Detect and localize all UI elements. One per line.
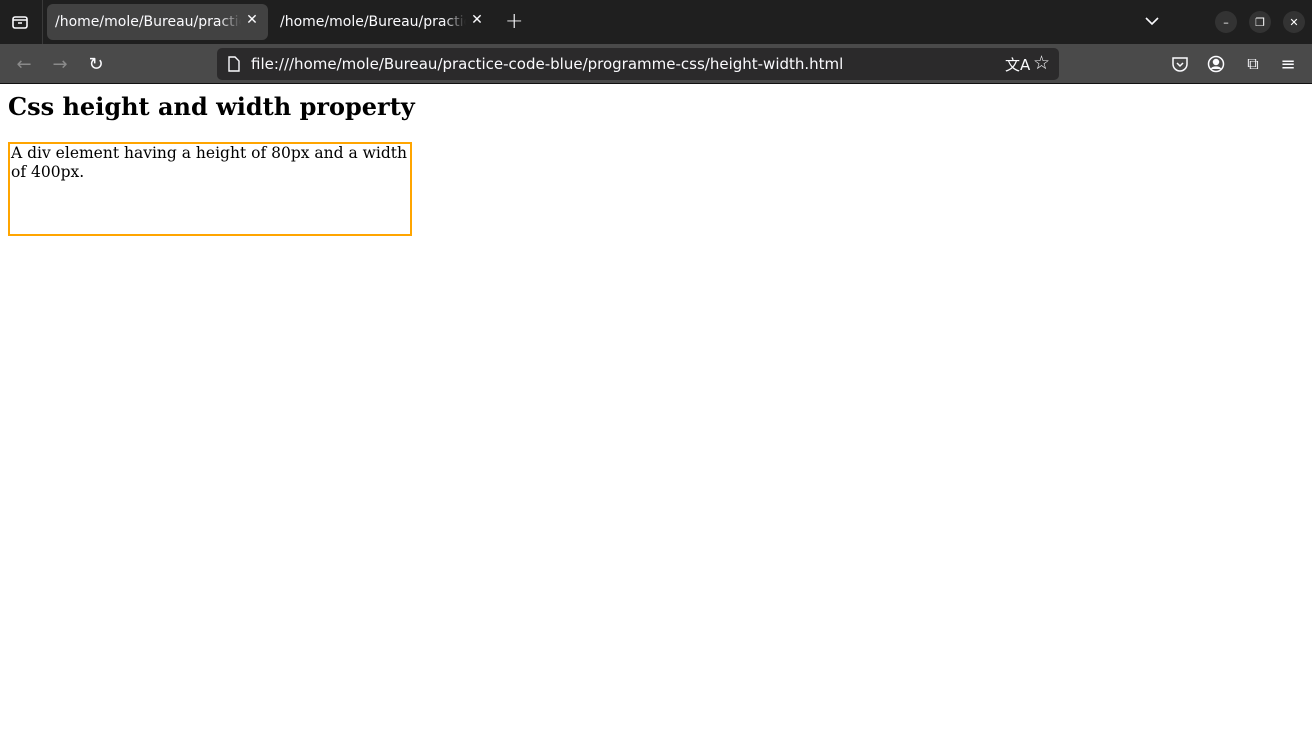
translate-icon[interactable]: 文A <box>1005 54 1030 75</box>
nav-bar: ← → ↻ file:///home/mole/Bureau/practice-… <box>0 44 1312 84</box>
tab-bar: /home/mole/Bureau/practice-code-blue/pro… <box>0 0 1312 44</box>
menu-icon[interactable]: ≡ <box>1278 54 1298 75</box>
bookmark-star-icon[interactable]: ☆ <box>1033 52 1050 74</box>
extensions-icon[interactable]: ⧉ <box>1243 54 1263 74</box>
url-text: file:///home/mole/Bureau/practice-code-b… <box>251 55 844 73</box>
tab-active[interactable]: /home/mole/Bureau/practice-code-blue/pro… <box>47 4 268 40</box>
separator <box>42 0 43 44</box>
close-window-button[interactable]: ✕ <box>1283 11 1305 33</box>
page-content: Css height and width property A div elem… <box>0 85 1312 741</box>
minimize-button[interactable]: – <box>1215 11 1237 33</box>
close-tab-icon[interactable]: ✕ <box>244 12 260 28</box>
pocket-icon[interactable] <box>1171 55 1189 73</box>
reload-icon[interactable]: ↻ <box>86 54 106 75</box>
url-bar[interactable]: file:///home/mole/Bureau/practice-code-b… <box>217 48 1059 80</box>
back-icon[interactable]: ← <box>14 54 34 75</box>
account-icon[interactable] <box>1207 55 1225 73</box>
chevron-down-icon[interactable] <box>1143 12 1161 30</box>
tab-inactive[interactable]: /home/mole/Bureau/practice-code-blue/pro… <box>272 4 493 40</box>
tab-title: /home/mole/Bureau/practice-code-blue/pro… <box>280 14 466 30</box>
new-tab-icon[interactable]: + <box>505 9 523 34</box>
tab-title: /home/mole/Bureau/practice-code-blue/pro… <box>55 14 241 30</box>
page-heading: Css height and width property <box>8 92 415 121</box>
restore-button[interactable]: ❐ <box>1249 11 1271 33</box>
sized-div: A div element having a height of 80px an… <box>8 142 412 236</box>
tab-list-icon[interactable] <box>10 12 30 32</box>
page-icon <box>228 56 240 72</box>
forward-icon[interactable]: → <box>50 54 70 75</box>
close-tab-icon[interactable]: ✕ <box>469 12 485 28</box>
